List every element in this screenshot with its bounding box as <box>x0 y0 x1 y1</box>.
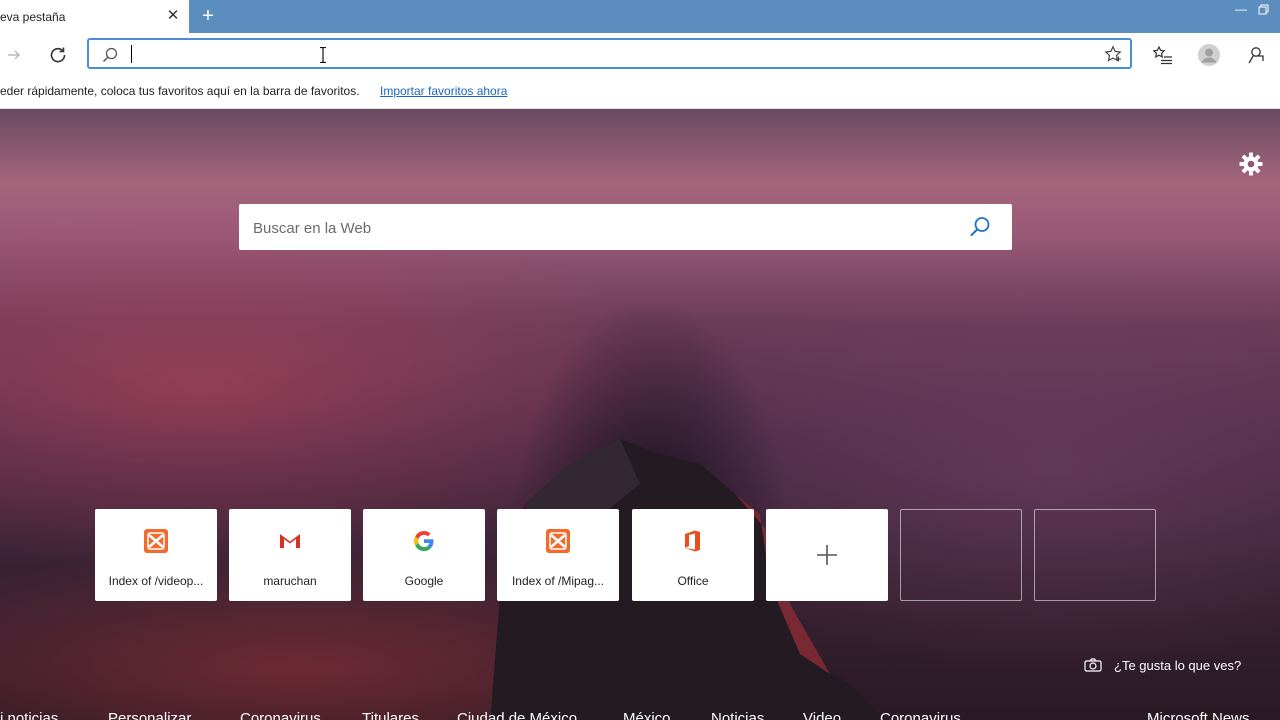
forward-icon[interactable] <box>0 41 28 69</box>
feedback-label: ¿Te gusta lo que ves? <box>1114 657 1242 673</box>
tile-label: Office <box>677 574 709 588</box>
empty-tile-slot <box>1034 509 1156 601</box>
import-favorites-link[interactable]: Importar favoritos ahora <box>380 84 507 98</box>
top-site-tile[interactable]: Google <box>363 509 485 601</box>
nav-item-microsoft-news[interactable]: Microsoft News <box>1147 710 1250 720</box>
new-tab-button[interactable]: + <box>197 5 219 27</box>
top-site-tile[interactable]: maruchan <box>229 509 351 601</box>
tab-new-tab[interactable]: eva pestaña ✕ <box>0 0 189 33</box>
favorites-bar-message: eder rápidamente, coloca tus favoritos a… <box>0 84 360 98</box>
add-site-tile[interactable] <box>766 509 888 601</box>
plus-icon <box>815 543 839 567</box>
xampp-icon <box>546 529 570 553</box>
feedback-icon[interactable] <box>1242 41 1270 69</box>
google-icon <box>412 529 436 553</box>
search-icon <box>101 46 119 64</box>
favorites-bar: eder rápidamente, coloca tus favoritos a… <box>0 77 1280 109</box>
tile-label: Index of /Mipag... <box>511 574 605 588</box>
top-site-tile[interactable]: Index of /Mipag... <box>497 509 619 601</box>
tile-label: Index of /videop... <box>108 574 204 588</box>
mouse-cursor-icon <box>320 46 326 64</box>
xampp-icon <box>144 529 168 553</box>
minimize-icon[interactable]: — <box>1234 2 1248 16</box>
refresh-icon[interactable] <box>44 41 72 69</box>
nav-item-coronavirus-2[interactable]: Coronavirus <box>880 710 961 720</box>
web-search-input[interactable] <box>251 216 955 240</box>
nav-item-mis-noticias[interactable]: i noticias <box>0 710 58 720</box>
top-site-tile[interactable]: Office <box>632 509 754 601</box>
office-icon <box>681 529 705 553</box>
restore-icon[interactable] <box>1258 3 1272 17</box>
top-site-tile[interactable]: Index of /videop... <box>95 509 217 601</box>
nav-item-mexico[interactable]: México <box>623 710 671 720</box>
nav-item-noticias[interactable]: Noticias <box>711 710 764 720</box>
tab-strip: eva pestaña ✕ + — <box>0 0 1280 33</box>
tile-label: Google <box>404 574 444 588</box>
favorites-list-icon[interactable] <box>1149 41 1177 69</box>
news-nav-bar: i noticias Personalizar Coronavirus Titu… <box>0 706 1280 720</box>
tab-title: eva pestaña <box>0 9 66 24</box>
background-image <box>0 109 1280 720</box>
favorite-star-icon[interactable] <box>1104 45 1122 63</box>
nav-item-video[interactable]: Video <box>803 710 841 720</box>
nav-item-coronavirus[interactable]: Coronavirus <box>240 710 321 720</box>
profile-avatar-icon[interactable] <box>1195 41 1223 69</box>
image-feedback-link[interactable]: ¿Te gusta lo que ves? <box>1084 656 1241 674</box>
empty-tile-slot <box>900 509 1022 601</box>
close-tab-icon[interactable]: ✕ <box>165 8 181 24</box>
web-search-box[interactable] <box>239 204 1012 250</box>
camera-icon <box>1084 658 1102 672</box>
address-bar[interactable] <box>87 38 1132 69</box>
settings-gear-icon[interactable] <box>1238 151 1264 177</box>
nav-item-titulares[interactable]: Titulares <box>362 710 419 720</box>
search-icon[interactable] <box>968 215 992 239</box>
address-input[interactable] <box>129 44 1093 66</box>
tile-label: maruchan <box>263 574 317 588</box>
toolbar <box>0 33 1280 77</box>
nav-item-ciudad-de-mexico[interactable]: Ciudad de México <box>457 710 577 720</box>
gmail-icon <box>278 529 302 553</box>
nav-item-personalizar[interactable]: Personalizar <box>108 710 191 720</box>
text-caret <box>131 45 132 63</box>
